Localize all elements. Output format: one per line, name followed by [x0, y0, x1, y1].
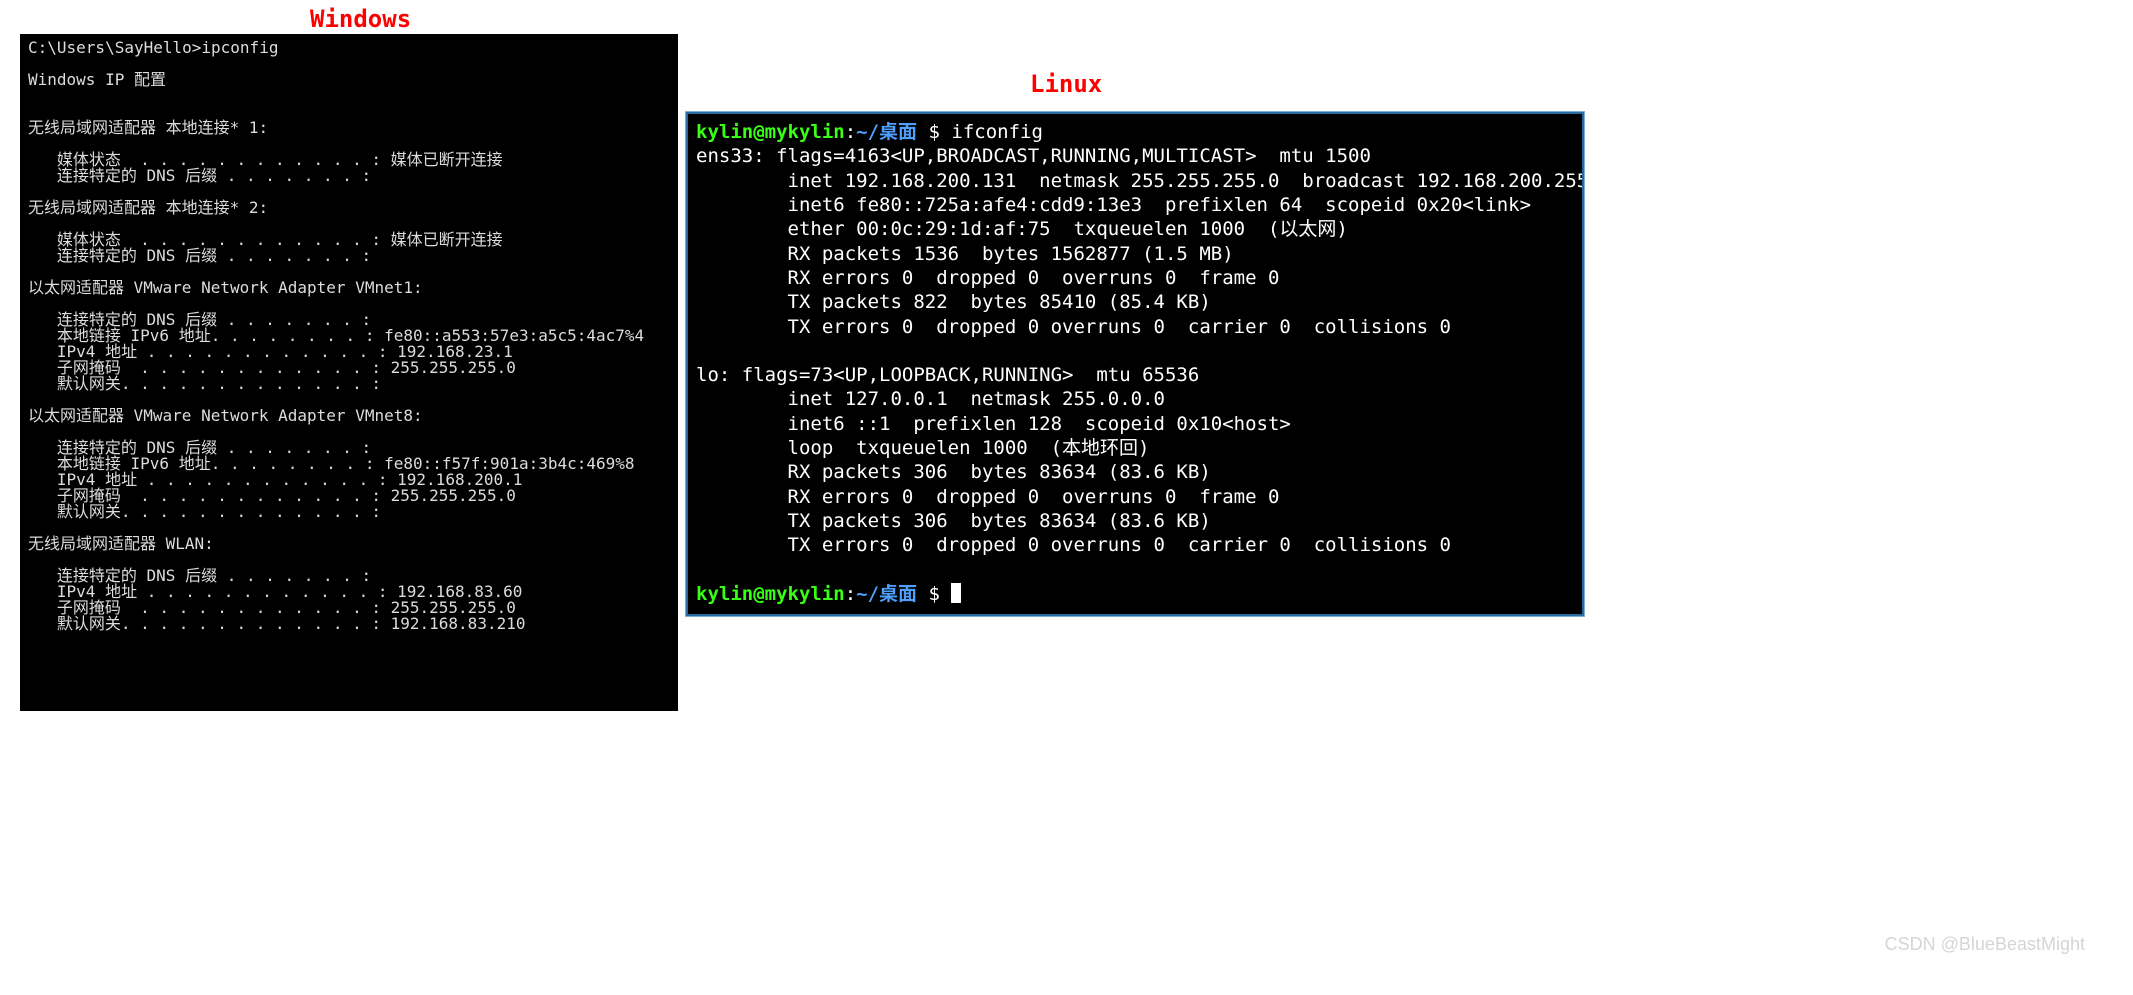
page-root: Windows Linux C:\Users\SayHello>ipconfig…	[0, 0, 2133, 995]
linux-output-line: inet 192.168.200.131 netmask 255.255.255…	[696, 170, 1584, 192]
linux-prompt-symbol: $	[917, 121, 951, 143]
linux-output-line: ens33: flags=4163<UP,BROADCAST,RUNNING,M…	[696, 145, 1371, 167]
linux-output-line: ether 00:0c:29:1d:af:75 txqueuelen 1000 …	[696, 218, 1348, 240]
linux-output-line: TX errors 0 dropped 0 overruns 0 carrier…	[696, 316, 1451, 338]
windows-terminal[interactable]: C:\Users\SayHello>ipconfig Windows IP 配置…	[20, 34, 678, 711]
linux-label: Linux	[1030, 70, 1102, 98]
linux-prompt-user: kylin@mykylin	[696, 121, 845, 143]
linux-output-line: RX packets 306 bytes 83634 (83.6 KB)	[696, 461, 1211, 483]
linux-prompt-path: ~/桌面	[856, 583, 917, 605]
linux-output-line: TX packets 306 bytes 83634 (83.6 KB)	[696, 510, 1211, 532]
linux-output-line: inet 127.0.0.1 netmask 255.0.0.0	[696, 388, 1165, 410]
linux-terminal[interactable]: kylin@mykylin:~/桌面 $ ifconfig ens33: fla…	[686, 112, 1584, 616]
linux-output-line: RX errors 0 dropped 0 overruns 0 frame 0	[696, 486, 1279, 508]
linux-output-line: lo: flags=73<UP,LOOPBACK,RUNNING> mtu 65…	[696, 364, 1199, 386]
linux-output-line: inet6 fe80::725a:afe4:cdd9:13e3 prefixle…	[696, 194, 1531, 216]
linux-output-line: RX errors 0 dropped 0 overruns 0 frame 0	[696, 267, 1279, 289]
linux-output-line: loop txqueuelen 1000 (本地环回)	[696, 437, 1150, 459]
linux-prompt-colon: :	[845, 121, 856, 143]
linux-output-line: inet6 ::1 prefixlen 128 scopeid 0x10<hos…	[696, 413, 1291, 435]
watermark-text: CSDN @BlueBeastMight	[1885, 934, 2085, 955]
cursor-icon	[951, 583, 961, 603]
linux-command: ifconfig	[951, 121, 1043, 143]
linux-output-line: TX errors 0 dropped 0 overruns 0 carrier…	[696, 534, 1451, 556]
linux-prompt-user: kylin@mykylin	[696, 583, 845, 605]
linux-output-line: TX packets 822 bytes 85410 (85.4 KB)	[696, 291, 1211, 313]
linux-prompt-symbol: $	[917, 583, 951, 605]
linux-prompt-colon: :	[845, 583, 856, 605]
linux-prompt-path: ~/桌面	[856, 121, 917, 143]
windows-label: Windows	[310, 5, 411, 33]
linux-output-line: RX packets 1536 bytes 1562877 (1.5 MB)	[696, 243, 1234, 265]
